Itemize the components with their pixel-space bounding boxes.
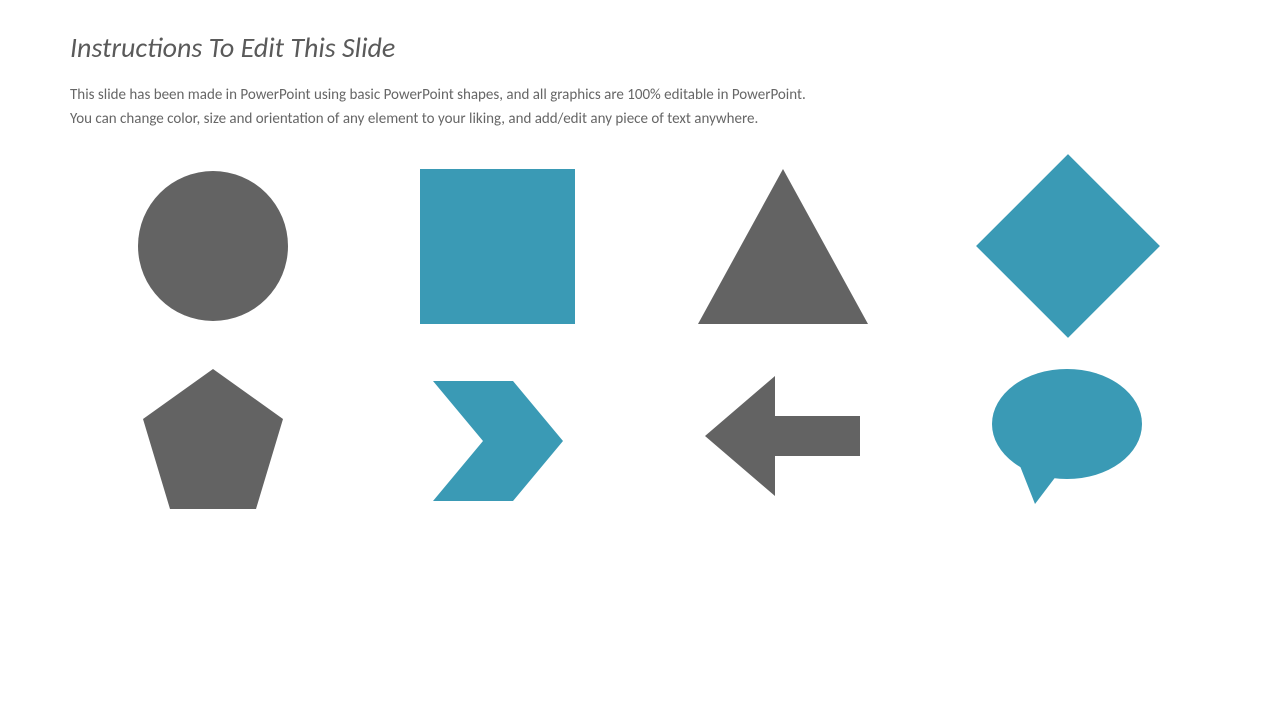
triangle-shape xyxy=(698,169,868,324)
shape-cell-arrow-left xyxy=(643,351,923,521)
shapes-container xyxy=(70,161,1210,521)
square-shape xyxy=(420,169,575,324)
slide-description: This slide has been made in PowerPoint u… xyxy=(70,83,1210,131)
slide: Instructions To Edit This Slide This sli… xyxy=(0,0,1280,720)
shape-cell-triangle xyxy=(643,161,923,331)
shape-cell-square xyxy=(358,161,638,331)
shape-cell-speech-bubble xyxy=(928,351,1208,521)
circle-shape xyxy=(138,171,288,321)
shape-cell-diamond xyxy=(928,161,1208,331)
description-line1: This slide has been made in PowerPoint u… xyxy=(70,86,806,104)
shapes-row-1 xyxy=(70,161,1210,331)
shape-cell-circle xyxy=(73,161,353,331)
arrow-left-shape xyxy=(705,376,860,496)
description-line2: You can change color, size and orientati… xyxy=(70,110,758,128)
shapes-row-2 xyxy=(70,351,1210,521)
shape-cell-pentagon xyxy=(73,351,353,521)
speech-bubble-shape xyxy=(990,366,1145,506)
slide-title: Instructions To Edit This Slide xyxy=(70,30,1210,65)
shape-cell-chevron xyxy=(358,351,638,521)
chevron-shape xyxy=(433,381,563,491)
pentagon-shape xyxy=(138,364,288,509)
diamond-shape xyxy=(976,154,1160,338)
